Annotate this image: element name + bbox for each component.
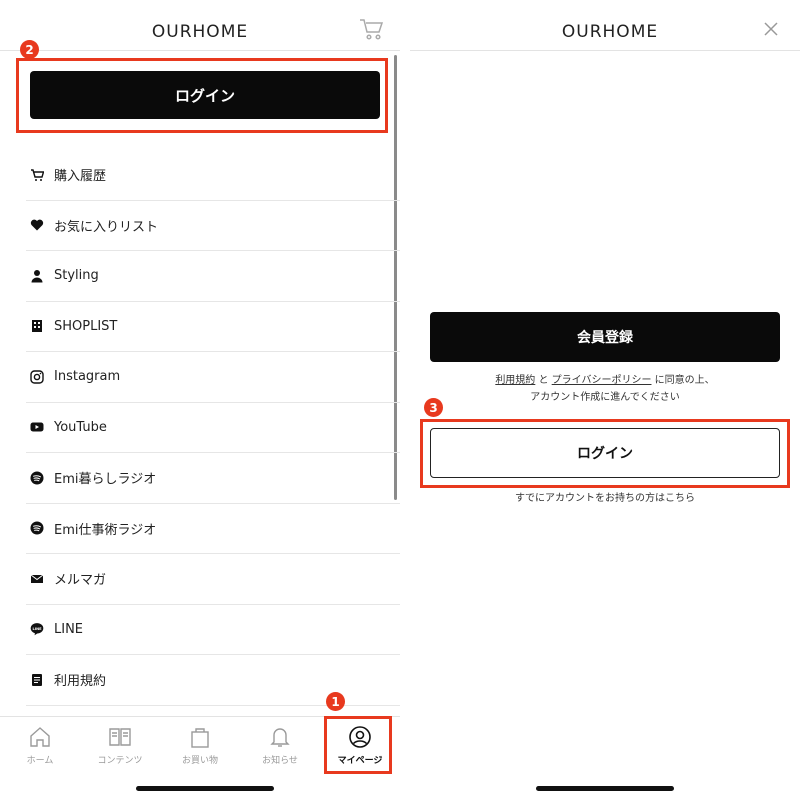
building-icon bbox=[30, 319, 44, 333]
person-icon bbox=[30, 269, 44, 283]
panel-gutter bbox=[400, 0, 410, 799]
book-icon bbox=[109, 728, 131, 746]
menu-item-favorites[interactable]: お気に入りリスト bbox=[26, 201, 400, 251]
privacy-link[interactable]: プライバシーポリシー bbox=[552, 375, 652, 386]
menu-item-label: Emi仕事術ラジオ bbox=[54, 522, 157, 538]
menu-item-label: 購入履歴 bbox=[54, 169, 107, 185]
and-text: と bbox=[535, 375, 552, 386]
tab-shopping[interactable]: お買い物 bbox=[160, 717, 240, 776]
register-button[interactable]: 会員登録 bbox=[430, 312, 780, 362]
agree-suffix: に同意の上、 bbox=[651, 375, 715, 386]
menu-item-label: LINE bbox=[54, 621, 84, 637]
app-title: OURHOME bbox=[151, 22, 249, 42]
youtube-icon bbox=[30, 420, 44, 434]
bag-icon bbox=[191, 728, 209, 748]
menu-item-mailmagazine[interactable]: メルマガ bbox=[26, 554, 400, 605]
step-badge-2: 2 bbox=[20, 40, 39, 59]
step-badge-1: 1 bbox=[326, 692, 345, 711]
mypage-menu-panel: OURHOME ログイン 2 購入履歴 お気に入りリスト Styling SHO… bbox=[0, 0, 400, 799]
menu-item-label: メルマガ bbox=[54, 573, 107, 589]
svg-text:LINE: LINE bbox=[32, 627, 42, 631]
menu-item-line[interactable]: LINE LINE bbox=[26, 605, 400, 655]
close-icon[interactable] bbox=[760, 18, 782, 40]
instagram-icon bbox=[30, 370, 44, 384]
menu-item-label: Styling bbox=[54, 268, 99, 284]
tab-label: お買い物 bbox=[181, 756, 218, 766]
menu-item-label: Emi暮らしラジオ bbox=[54, 472, 157, 488]
agree-line-2: アカウント作成に進んでください bbox=[530, 392, 680, 403]
spotify-icon bbox=[30, 471, 44, 485]
header-divider bbox=[0, 50, 400, 51]
cart-icon bbox=[30, 168, 44, 182]
already-have-account-text: すでにアカウントをお持ちの方はこちら bbox=[514, 493, 696, 504]
home-indicator bbox=[536, 786, 674, 791]
app-title: OURHOME bbox=[561, 22, 659, 42]
spotify-icon bbox=[30, 521, 44, 535]
tab-label: お知らせ bbox=[262, 756, 298, 766]
menu-item-label: SHOPLIST bbox=[54, 318, 118, 334]
tab-label: ホーム bbox=[26, 756, 54, 766]
agreement-text: 利用規約 と プライバシーポリシー に同意の上、 アカウント作成に進んでください bbox=[430, 372, 780, 406]
menu-item-label: お気に入りリスト bbox=[54, 219, 159, 235]
cart-icon[interactable] bbox=[358, 16, 384, 42]
menu-item-styling[interactable]: Styling bbox=[26, 251, 400, 302]
user-circle-icon bbox=[349, 726, 371, 748]
tab-label: マイページ bbox=[337, 756, 383, 766]
tab-news[interactable]: お知らせ bbox=[240, 717, 320, 776]
menu-item-instagram[interactable]: Instagram bbox=[26, 352, 400, 403]
bell-icon bbox=[270, 728, 290, 747]
login-button[interactable]: ログイン bbox=[430, 428, 780, 478]
menu-item-shoplist[interactable]: SHOPLIST bbox=[26, 302, 400, 352]
menu-item-label: 利用規約 bbox=[54, 674, 107, 690]
menu-item-label: YouTube bbox=[54, 419, 107, 435]
document-icon bbox=[30, 673, 44, 687]
step-badge-3: 3 bbox=[424, 398, 443, 417]
tab-contents[interactable]: コンテンツ bbox=[80, 717, 160, 776]
tab-label: コンテンツ bbox=[97, 756, 143, 766]
mypage-menu: 購入履歴 お気に入りリスト Styling SHOPLIST Instagram… bbox=[0, 150, 400, 706]
tab-mypage[interactable]: マイページ bbox=[320, 717, 400, 776]
mail-icon bbox=[30, 572, 44, 586]
login-button[interactable]: ログイン bbox=[30, 71, 380, 119]
bottom-tab-bar: ホーム コンテンツ お買い物 お知らせ マイページ bbox=[0, 716, 400, 776]
header-divider bbox=[410, 50, 800, 51]
menu-item-label: Instagram bbox=[54, 369, 121, 385]
menu-item-youtube[interactable]: YouTube bbox=[26, 403, 400, 453]
menu-item-kurashi-radio[interactable]: Emi暮らしラジオ bbox=[26, 453, 400, 504]
home-icon bbox=[30, 727, 50, 747]
tab-home[interactable]: ホーム bbox=[0, 717, 80, 776]
menu-item-shigoto-radio[interactable]: Emi仕事術ラジオ bbox=[26, 504, 400, 554]
home-indicator bbox=[136, 786, 274, 791]
line-icon: LINE bbox=[30, 622, 44, 636]
menu-item-purchase-history[interactable]: 購入履歴 bbox=[26, 150, 400, 201]
heart-icon bbox=[30, 218, 44, 232]
terms-link[interactable]: 利用規約 bbox=[495, 375, 535, 386]
